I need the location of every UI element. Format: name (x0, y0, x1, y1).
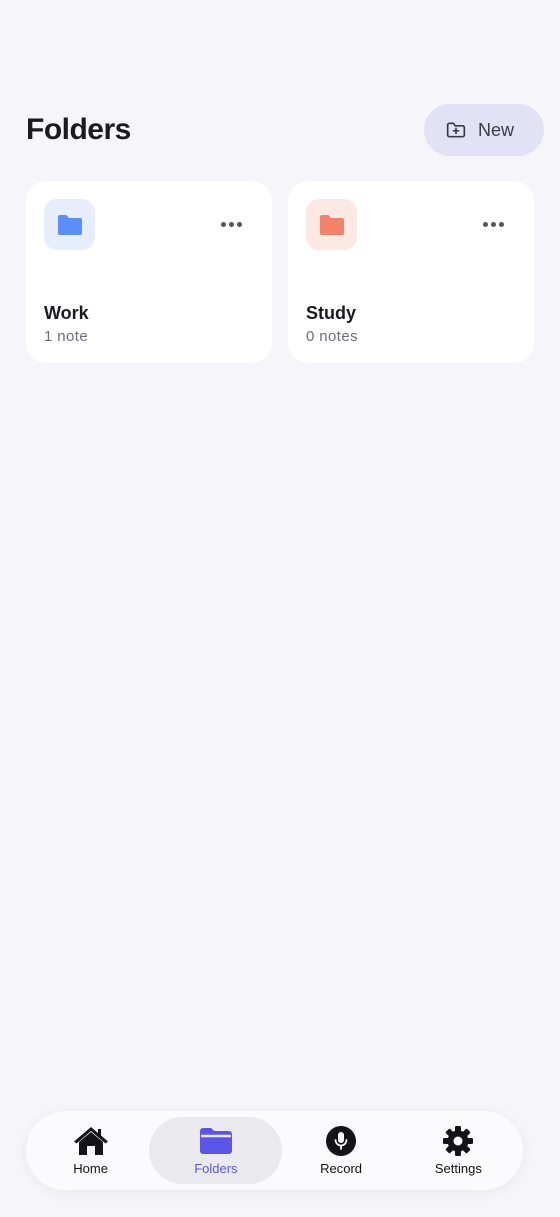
more-dot (228, 221, 234, 227)
folders-screen: Folders New Work 1 note Study 0 notes Ho… (0, 0, 560, 1217)
folder-icon-box (306, 199, 357, 250)
more-options-button[interactable] (478, 214, 508, 234)
folder-grid: Work 1 note Study 0 notes (26, 181, 534, 363)
gear-icon (442, 1125, 474, 1157)
more-dot (498, 221, 504, 227)
tab-record[interactable]: Record (282, 1117, 399, 1184)
header: Folders New (26, 104, 544, 156)
new-folder-button[interactable]: New (423, 104, 544, 156)
folder-icon (319, 214, 344, 235)
tab-home[interactable]: Home (32, 1117, 149, 1184)
folder-icon-box (44, 199, 95, 250)
tab-label: Home (73, 1161, 108, 1176)
folder-name: Work (44, 303, 89, 323)
folder-icon (57, 214, 82, 235)
more-dot (220, 221, 226, 227)
folder-icon (199, 1125, 233, 1157)
folder-plus-icon (446, 120, 466, 140)
page-title: Folders (26, 113, 131, 146)
folder-card-study[interactable]: Study 0 notes (288, 181, 534, 363)
folder-note-count: 1 note (44, 328, 89, 345)
more-dot (490, 221, 496, 227)
tab-label: Record (320, 1161, 363, 1176)
tab-label: Settings (434, 1161, 482, 1176)
more-options-button[interactable] (216, 214, 246, 234)
bottom-tab-bar: Home Folders Record Settings (26, 1111, 523, 1190)
tab-label: Folders (194, 1161, 238, 1176)
new-folder-button-label: New (477, 119, 514, 140)
folder-name: Study (306, 303, 357, 323)
microphone-icon (326, 1125, 357, 1157)
tab-settings[interactable]: Settings (400, 1117, 517, 1184)
folder-note-count: 0 notes (306, 328, 359, 345)
tab-folders[interactable]: Folders (149, 1117, 283, 1184)
folder-card-work[interactable]: Work 1 note (26, 181, 272, 363)
more-dot (236, 221, 242, 227)
more-dot (482, 221, 488, 227)
home-icon (73, 1125, 109, 1157)
